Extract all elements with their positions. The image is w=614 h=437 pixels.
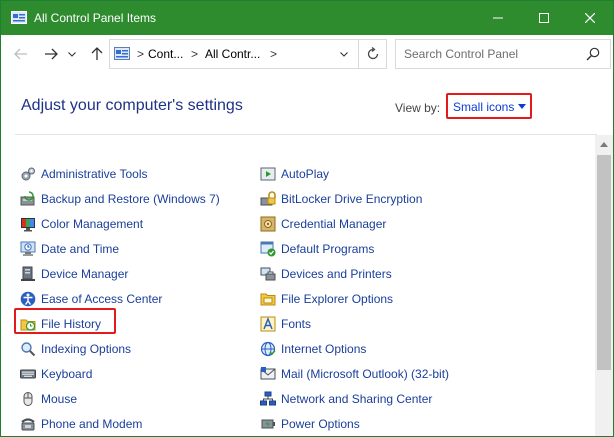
item-date-time[interactable]: Date and Time [20,239,119,259]
arrow-right-icon [45,48,58,60]
file-explorer-options-icon [260,293,276,306]
power-options-icon [261,419,275,429]
arrow-up-icon [91,47,103,60]
up-button[interactable] [87,44,107,64]
maximize-button[interactable] [521,1,567,35]
phone-modem-icon [21,418,35,431]
arrow-left-icon [14,48,27,60]
device-manager-icon [21,266,35,281]
breadcrumb-separator[interactable]: > [270,47,277,61]
item-file-history[interactable]: File History [20,314,101,334]
item-indexing-options[interactable]: Indexing Options [20,339,131,359]
color-management-icon [21,218,35,232]
item-color-management[interactable]: Color Management [20,214,143,234]
mouse-icon [23,392,33,406]
item-administrative-tools[interactable]: Administrative Tools [20,164,148,184]
credential-manager-icon [260,216,276,232]
keyboard-icon [20,369,36,379]
indexing-options-icon [21,342,36,357]
dropdown-caret-icon [518,104,526,109]
chevron-down-icon [340,51,348,57]
fonts-icon [260,316,276,332]
address-bar[interactable]: > Cont... > All Contr... > [109,39,387,69]
bitlocker-icon [260,191,276,206]
breadcrumb-control-panel[interactable]: Cont... [148,47,183,61]
close-button[interactable] [567,1,613,35]
vertical-scrollbar[interactable] [595,135,613,436]
forward-button[interactable] [41,44,61,64]
autoplay-icon [260,167,276,181]
item-mail[interactable]: Mail (Microsoft Outlook) (32-bit) [260,364,449,384]
ease-of-access-icon [20,291,36,307]
item-devices-printers[interactable]: Devices and Printers [260,264,392,284]
breadcrumb-separator[interactable]: > [137,47,144,61]
control-panel-window: All Control Panel Items > Cont... > All … [0,0,614,437]
devices-printers-icon [260,267,276,281]
divider [15,134,597,135]
breadcrumb-separator[interactable]: > [191,47,198,61]
view-by-dropdown[interactable]: Small icons [446,93,532,119]
minimize-icon [493,17,503,19]
item-network-sharing[interactable]: Network and Sharing Center [260,389,432,409]
backup-restore-icon [20,191,35,206]
content-pane: Adjust your computer's settings View by:… [1,73,613,436]
search-icon[interactable] [586,47,600,61]
item-internet-options[interactable]: Internet Options [260,339,366,359]
page-title: Adjust your computer's settings [21,97,243,114]
item-ease-of-access[interactable]: Ease of Access Center [20,289,162,309]
item-fonts[interactable]: Fonts [260,314,311,334]
date-time-icon [20,241,36,256]
item-bitlocker[interactable]: BitLocker Drive Encryption [260,189,422,209]
item-device-manager[interactable]: Device Manager [20,264,128,284]
item-keyboard[interactable]: Keyboard [20,364,92,384]
refresh-button[interactable] [358,40,387,68]
address-dropdown-button[interactable] [334,44,354,64]
view-by-label: View by: [395,101,441,115]
search-input[interactable] [404,45,584,63]
window-title: All Control Panel Items [34,11,157,25]
file-history-icon [20,319,36,331]
mail-icon [260,367,276,380]
scroll-up-button[interactable] [595,135,613,153]
item-autoplay[interactable]: AutoPlay [260,164,329,184]
item-backup-restore[interactable]: Backup and Restore (Windows 7) [20,189,220,209]
network-sharing-icon [260,391,276,406]
item-phone-modem[interactable]: Phone and Modem [20,414,142,434]
minimize-button[interactable] [475,1,521,35]
back-button[interactable] [11,44,31,64]
breadcrumb-all-items[interactable]: All Contr... [205,47,260,61]
item-file-explorer-options[interactable]: File Explorer Options [260,289,393,309]
control-panel-icon [11,11,27,24]
administrative-tools-icon [21,167,35,181]
scrollbar-thumb[interactable] [597,155,611,370]
item-mouse[interactable]: Mouse [20,389,77,409]
navigation-bar: > Cont... > All Contr... > [1,35,613,73]
title-bar: All Control Panel Items [1,1,613,35]
item-power-options[interactable]: Power Options [260,414,360,434]
close-icon [585,13,595,23]
search-box[interactable] [395,39,611,69]
view-by-value[interactable]: Small icons [453,100,514,114]
recent-locations-button[interactable] [65,44,79,64]
refresh-icon [367,47,379,60]
item-credential-manager[interactable]: Credential Manager [260,214,386,234]
internet-options-icon [260,341,276,357]
chevron-down-icon [68,51,76,57]
maximize-icon [539,13,549,23]
default-programs-icon [260,241,276,257]
chevron-up-icon [600,141,608,147]
item-default-programs[interactable]: Default Programs [260,239,374,259]
control-panel-icon [114,47,130,60]
